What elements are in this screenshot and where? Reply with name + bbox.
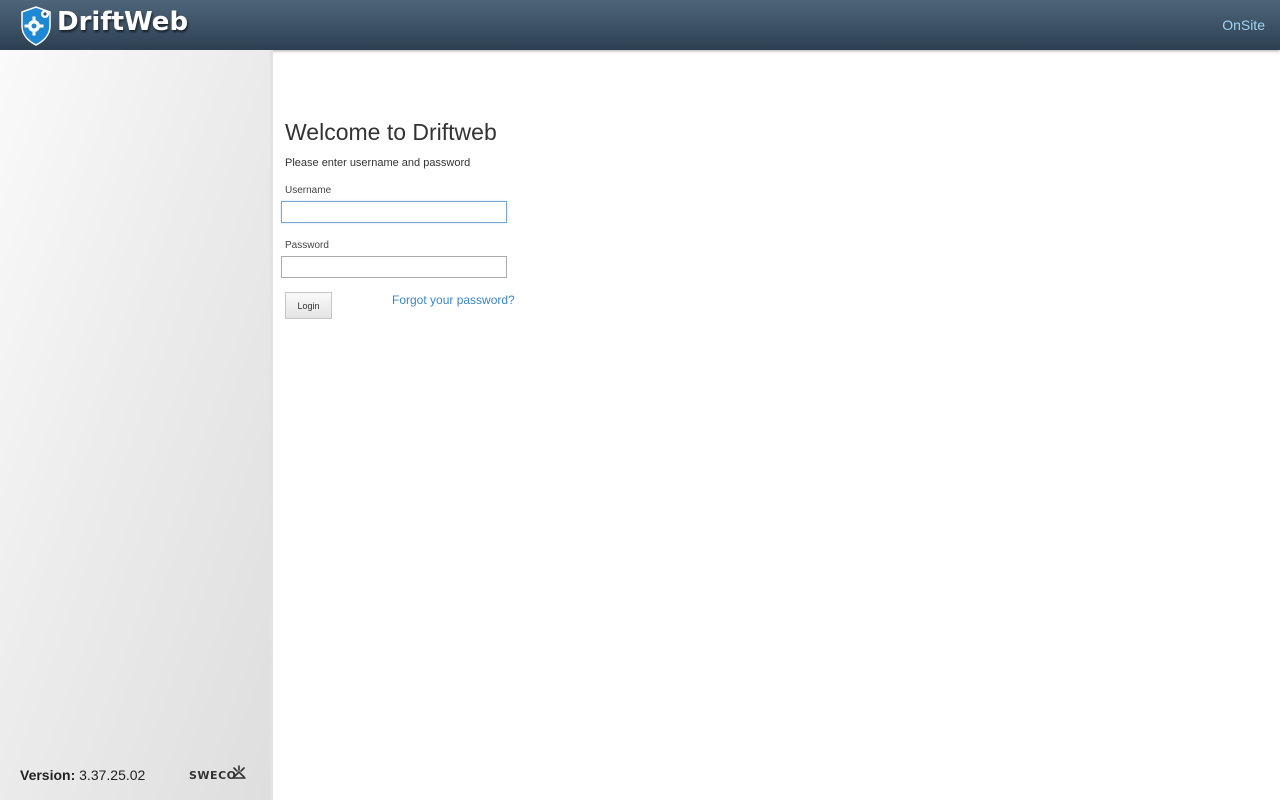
onsite-link[interactable]: OnSite [1222, 17, 1265, 33]
password-input[interactable] [281, 256, 507, 278]
forgot-password-link[interactable]: Forgot your password? [392, 293, 515, 307]
main-content: Welcome to Driftweb Please enter usernam… [273, 50, 1280, 800]
top-header: DriftWeb OnSite [0, 0, 1280, 50]
sweco-logo: SWECO [189, 764, 249, 784]
sweco-mark-icon [232, 765, 246, 779]
sidebar [0, 50, 273, 800]
version-info: Version: 3.37.25.02 [20, 767, 145, 783]
brand-title: DriftWeb [57, 7, 189, 37]
version-value: 3.37.25.02 [79, 767, 146, 783]
sweco-logo-text: SWECO [189, 769, 237, 782]
password-label: Password [285, 240, 329, 251]
login-instructions: Please enter username and password [285, 157, 471, 169]
page-title: Welcome to Driftweb [285, 119, 497, 145]
username-input[interactable] [281, 201, 507, 223]
login-button[interactable]: Login [285, 292, 332, 319]
gear-shield-icon[interactable] [18, 4, 54, 46]
version-label: Version: [20, 767, 76, 783]
username-label: Username [285, 185, 332, 196]
